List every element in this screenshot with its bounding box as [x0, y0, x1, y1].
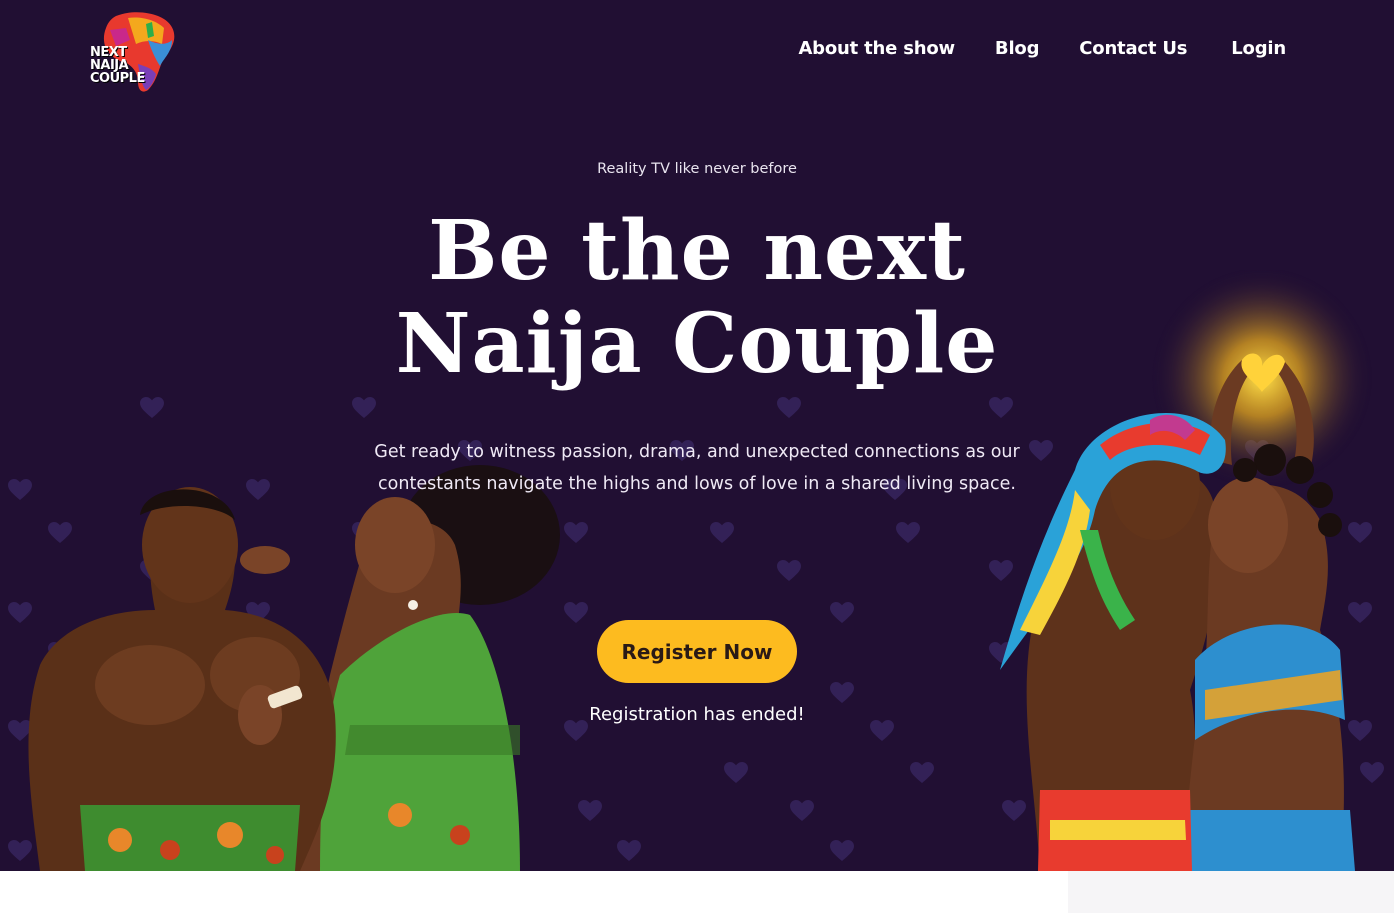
nav-link-about[interactable]: About the show — [798, 38, 955, 59]
nav-link-contact[interactable]: Contact Us — [1079, 38, 1187, 59]
register-now-button[interactable]: Register Now — [597, 620, 797, 683]
site-logo[interactable]: NEXT NAIJA COUPLE — [86, 10, 182, 96]
registration-status-text: Registration has ended! — [589, 704, 805, 725]
nav-link-blog[interactable]: Blog — [995, 38, 1040, 59]
hero-headline: Be the next Naija Couple — [0, 205, 1394, 391]
hero-tagline: Reality TV like never before — [597, 161, 797, 177]
hero-section: NEXT NAIJA COUPLE About the show Blog Co… — [0, 0, 1394, 871]
headline-line-2: Naija Couple — [395, 296, 999, 392]
headline-line-1: Be the next — [428, 203, 966, 299]
main-nav: About the show Blog Contact Us Login — [798, 38, 1286, 59]
decorative-pattern — [1068, 871, 1394, 913]
hero-description: Get ready to witness passion, drama, and… — [374, 442, 1020, 494]
nav-link-login[interactable]: Login — [1231, 38, 1286, 59]
logo-text: NEXT NAIJA COUPLE — [90, 45, 145, 86]
